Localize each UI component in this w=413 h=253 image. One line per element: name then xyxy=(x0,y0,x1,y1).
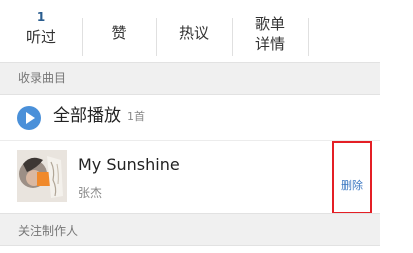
section-header-follow-producer: 关注制作人 xyxy=(0,213,380,246)
tab-comments[interactable]: 热议 xyxy=(156,8,232,58)
tab-playlist-details-line1: 歌单 xyxy=(254,15,285,33)
tab-likes-label: 赞 xyxy=(111,24,127,42)
tab-listened-count: 1 xyxy=(36,10,46,24)
tab-bar: 1 听过 赞 热议 歌单 详情 xyxy=(0,8,330,58)
play-all-row[interactable]: 全部播放 1首 xyxy=(0,94,380,141)
section-header-collected: 收录曲目 xyxy=(0,62,380,95)
play-icon[interactable] xyxy=(17,106,41,130)
tab-playlist-details[interactable]: 歌单 详情 xyxy=(232,8,308,58)
song-artist: 张杰 xyxy=(78,186,103,200)
delete-highlight-box: 删除 xyxy=(332,141,372,214)
section-title-follow-producer: 关注制作人 xyxy=(18,224,79,238)
play-all-count: 1首 xyxy=(127,110,145,123)
tab-divider xyxy=(308,18,309,56)
song-title: My Sunshine xyxy=(78,155,180,174)
tab-comments-label: 热议 xyxy=(178,24,209,42)
play-all-label: 全部播放 xyxy=(53,106,121,126)
tab-likes[interactable]: 赞 xyxy=(82,8,156,58)
tab-playlist-details-line2: 详情 xyxy=(254,35,285,53)
song-row[interactable]: My Sunshine 张杰 删除 xyxy=(0,141,380,214)
song-list-panel: 1 听过 赞 热议 歌单 详情 收录曲目 全部播放 1首 My Sunshine… xyxy=(0,0,380,253)
tab-listened-label: 听过 xyxy=(25,28,56,46)
section-title-collected: 收录曲目 xyxy=(18,71,67,85)
delete-button[interactable]: 删除 xyxy=(334,179,370,193)
tab-listened[interactable]: 1 听过 xyxy=(0,8,82,58)
album-cover-art xyxy=(17,150,67,202)
album-cover xyxy=(17,150,67,202)
